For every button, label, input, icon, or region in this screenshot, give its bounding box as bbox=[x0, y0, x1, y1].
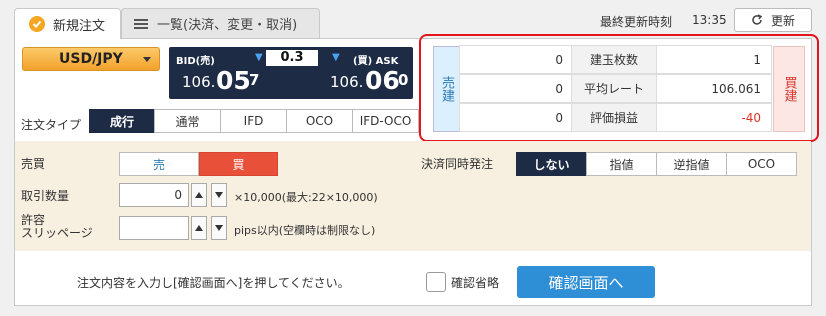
tab-new-order[interactable]: 新規注文 bbox=[14, 8, 121, 39]
tab-order-list-label: 一覧(決済、変更・取消) bbox=[157, 18, 298, 33]
quantity-up-button[interactable] bbox=[191, 183, 207, 207]
quantity-down-button[interactable] bbox=[211, 183, 227, 207]
average-rate-label: 平均レート bbox=[571, 74, 657, 103]
slippage-up-button[interactable] bbox=[191, 216, 207, 240]
last-updated-label: 最終更新時刻 bbox=[600, 15, 673, 29]
skip-confirmation-label: 確認省略 bbox=[451, 276, 500, 290]
order-type-oco[interactable]: OCO bbox=[286, 109, 353, 133]
sell-average-rate: 0 bbox=[459, 74, 572, 103]
buy-button[interactable]: 買 bbox=[199, 152, 278, 176]
last-updated-time: 13:35 bbox=[692, 13, 727, 27]
side-label: 売買 bbox=[21, 157, 46, 171]
check-icon bbox=[29, 16, 45, 32]
sell-position-tag: 売建 bbox=[433, 46, 460, 132]
sell-button[interactable]: 売 bbox=[119, 152, 199, 176]
table-row: 0 平均レート 106.061 bbox=[459, 74, 773, 104]
down-arrow-icon: ▼ bbox=[332, 52, 340, 63]
down-triangle-icon bbox=[215, 225, 223, 231]
buy-lots: 1 bbox=[656, 45, 772, 74]
bid-price-big: 05 bbox=[216, 66, 251, 95]
sell-unrealized-pl: 0 bbox=[459, 103, 572, 132]
up-triangle-icon bbox=[195, 192, 203, 198]
up-triangle-icon bbox=[195, 225, 203, 231]
ask-price-head: 106. bbox=[330, 73, 364, 91]
unrealized-pl-label: 評価損益 bbox=[571, 103, 657, 132]
down-arrow-icon: ▼ bbox=[255, 52, 263, 63]
order-type-ifd-oco[interactable]: IFD-OCO bbox=[352, 109, 419, 133]
down-triangle-icon bbox=[215, 192, 223, 198]
settlement-selector: しない 指値 逆指値 OCO bbox=[516, 152, 797, 176]
buy-position-tag: 買建 bbox=[773, 46, 805, 132]
instruction-message: 注文内容を入力し[確認画面へ]を押してください。 bbox=[77, 276, 350, 290]
lots-label: 建玉枚数 bbox=[571, 45, 657, 74]
settlement-none[interactable]: しない bbox=[516, 152, 587, 176]
slippage-label-line2: スリッページ bbox=[21, 226, 93, 240]
order-type-limit[interactable]: 通常 bbox=[154, 109, 221, 133]
table-row: 0 建玉枚数 1 bbox=[459, 45, 773, 75]
confirm-button[interactable]: 確認画面へ bbox=[517, 266, 655, 298]
currency-pair-select[interactable]: USD/JPY bbox=[22, 47, 160, 71]
chevron-down-icon bbox=[143, 57, 151, 62]
order-type-selector: 成行 通常 IFD OCO IFD-OCO bbox=[89, 109, 419, 133]
bid-label: BID(売) bbox=[176, 56, 215, 67]
currency-pair-value: USD/JPY bbox=[59, 51, 123, 67]
list-icon bbox=[134, 18, 148, 29]
position-summary: 売建 0 建玉枚数 1 0 平均レート 106.061 0 評価損益 -40 買… bbox=[433, 45, 805, 133]
bid-price-head: 106. bbox=[182, 73, 216, 91]
ask-price-big: 06 bbox=[365, 66, 400, 95]
refresh-label: 更新 bbox=[770, 13, 795, 28]
order-type-ifd[interactable]: IFD bbox=[220, 109, 287, 133]
settlement-limit[interactable]: 指値 bbox=[586, 152, 657, 176]
quote-board: BID(売) ▼ 0.3 ▼ (買) ASK 106. 05 7 106. 06… bbox=[169, 47, 413, 99]
refresh-button[interactable]: 更新 bbox=[734, 8, 812, 32]
ask-label: (買) ASK bbox=[353, 56, 399, 67]
quantity-hint: ×10,000(最大:22×10,000) bbox=[234, 191, 378, 204]
slippage-hint: pips以内(空欄時は制限なし) bbox=[234, 224, 376, 237]
skip-confirmation-checkbox[interactable] bbox=[426, 272, 446, 292]
tab-new-order-label: 新規注文 bbox=[53, 18, 106, 34]
settlement-stop[interactable]: 逆指値 bbox=[656, 152, 727, 176]
slippage-input[interactable] bbox=[119, 216, 189, 240]
table-row: 0 評価損益 -40 bbox=[459, 103, 773, 133]
quantity-input[interactable] bbox=[119, 183, 189, 207]
spread-value: 0.3 bbox=[266, 50, 318, 66]
refresh-icon bbox=[752, 14, 763, 25]
slippage-down-button[interactable] bbox=[211, 216, 227, 240]
bid-price-tail: 7 bbox=[249, 71, 260, 89]
buy-average-rate: 106.061 bbox=[656, 74, 772, 103]
order-type-market[interactable]: 成行 bbox=[89, 109, 155, 133]
order-type-label: 注文タイプ bbox=[21, 118, 82, 132]
tab-order-list[interactable]: 一覧(決済、変更・取消) bbox=[121, 8, 320, 38]
sell-lots: 0 bbox=[459, 45, 572, 74]
quantity-label: 取引数量 bbox=[21, 189, 70, 203]
settlement-label: 決済同時発注 bbox=[421, 157, 494, 171]
settlement-oco[interactable]: OCO bbox=[726, 152, 797, 176]
ask-price-tail: 0 bbox=[398, 71, 409, 89]
buy-unrealized-pl: -40 bbox=[656, 103, 772, 132]
